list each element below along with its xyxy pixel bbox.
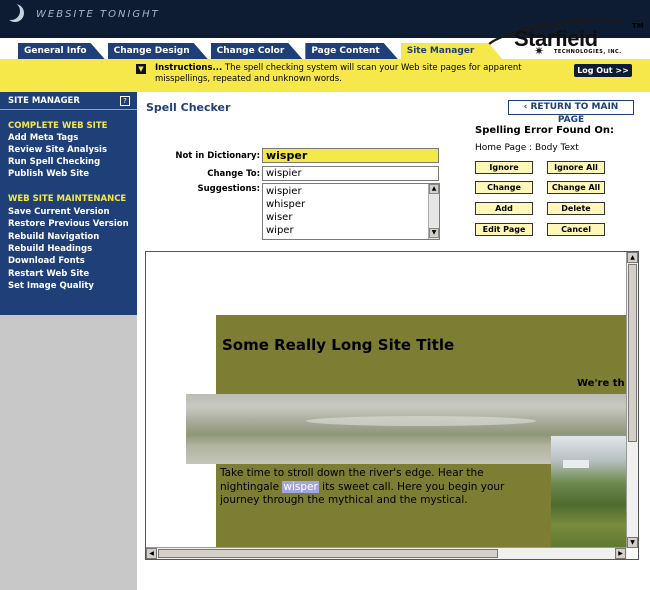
arrow-down-icon[interactable]: ▼	[136, 64, 146, 74]
suggestion-item[interactable]: wispier	[266, 186, 302, 197]
instruction-bar: ▼ Instructions... The spell checking sys…	[0, 59, 650, 92]
scroll-up-icon[interactable]: ▲	[627, 252, 638, 263]
sidebar-item-rebuild-headings[interactable]: Rebuild Headings	[8, 244, 92, 254]
page-preview: Some Really Long Site Title We're th Tak…	[145, 251, 639, 560]
ignore-button[interactable]: Ignore	[475, 161, 533, 174]
misspelled-word-highlight: wisper	[282, 480, 319, 493]
sidebar-section-complete: COMPLETE WEB SITE	[8, 121, 108, 131]
return-to-main-button[interactable]: ‹ RETURN TO MAIN PAGE	[508, 100, 634, 125]
add-button[interactable]: Add	[475, 202, 533, 215]
scroll-up-icon[interactable]: ▲	[429, 184, 439, 194]
preview-vertical-scrollbar[interactable]: ▲ ▼	[626, 252, 638, 548]
sidebar-section-maintenance: WEB SITE MAINTENANCE	[8, 194, 127, 204]
suggestions-scrollbar[interactable]: ▲ ▼	[428, 184, 439, 239]
sidebar-item-save-current-version[interactable]: Save Current Version	[8, 207, 110, 217]
tab-site-manager[interactable]: Site Manager	[401, 43, 503, 59]
sidebar-title: SITE MANAGER	[8, 96, 80, 106]
suggestion-item[interactable]: whisper	[266, 199, 305, 210]
sidebar-header: SITE MANAGER ?	[0, 92, 137, 110]
logo-sub: TECHNOLOGIES, INC.	[554, 49, 622, 55]
scroll-down-icon[interactable]: ▼	[429, 228, 439, 238]
star-icon: ✷	[534, 44, 545, 58]
suggestion-item[interactable]: wiper	[266, 225, 294, 236]
sidebar-item-review-site-analysis[interactable]: Review Site Analysis	[8, 145, 107, 155]
ignore-all-button[interactable]: Ignore All	[547, 161, 605, 174]
logout-button[interactable]: Log Out >>	[574, 64, 632, 77]
suggestions-list[interactable]: wispier whisper wiser wiper ▲ ▼	[262, 183, 440, 240]
sidebar-item-add-meta-tags[interactable]: Add Meta Tags	[8, 133, 78, 143]
suggestions-label: Suggestions:	[197, 184, 261, 194]
scroll-thumb[interactable]	[158, 549, 498, 558]
error-found-title: Spelling Error Found On:	[475, 125, 614, 136]
preview-body-text: Take time to stroll down the river's edg…	[220, 467, 530, 508]
sidebar-item-restart-web-site[interactable]: Restart Web Site	[8, 269, 89, 279]
preview-tagline: We're th	[577, 378, 625, 389]
suggestion-item[interactable]: wiser	[266, 212, 292, 223]
tab-change-design[interactable]: Change Design	[108, 43, 208, 59]
delete-button[interactable]: Delete	[547, 202, 605, 215]
change-all-button[interactable]: Change All	[547, 181, 605, 194]
sidebar-item-publish-web-site[interactable]: Publish Web Site	[8, 169, 89, 179]
preview-golf-photo	[551, 436, 632, 547]
change-to-label: Change To:	[207, 169, 260, 179]
main-tabs: General Info Change Design Change Color …	[18, 43, 505, 59]
tab-general-info[interactable]: General Info	[18, 43, 105, 59]
preview-site-title: Some Really Long Site Title	[222, 336, 455, 354]
change-to-input[interactable]: wispier	[262, 166, 439, 181]
cancel-button[interactable]: Cancel	[547, 223, 605, 236]
page-title: Spell Checker	[146, 101, 231, 114]
scroll-down-icon[interactable]: ▼	[627, 537, 638, 548]
sidebar-item-restore-previous-version[interactable]: Restore Previous Version	[8, 219, 129, 229]
preview-horizontal-scrollbar[interactable]: ◀ ▶	[146, 547, 627, 559]
tab-change-color[interactable]: Change Color	[211, 43, 303, 59]
sidebar-item-run-spell-checking[interactable]: Run Spell Checking	[8, 157, 100, 167]
sidebar-item-set-image-quality[interactable]: Set Image Quality	[8, 281, 94, 291]
return-label: RETURN TO MAIN PAGE	[530, 102, 619, 125]
tab-page-content[interactable]: Page Content	[305, 43, 397, 59]
instruction-lead: Instructions...	[155, 63, 223, 73]
change-button[interactable]: Change	[475, 181, 533, 194]
edit-page-button[interactable]: Edit Page	[475, 223, 533, 236]
instruction-text: Instructions... The spell checking syste…	[155, 63, 555, 85]
help-icon[interactable]: ?	[120, 96, 130, 106]
sidebar-item-rebuild-navigation[interactable]: Rebuild Navigation	[8, 232, 99, 242]
logo-tm: TM	[632, 22, 644, 30]
sidebar-item-download-fonts[interactable]: Download Fonts	[8, 256, 85, 266]
error-location: Home Page : Body Text	[475, 143, 579, 153]
not-in-dictionary-field: wisper	[262, 148, 439, 163]
brand-label: WEBSITE TONIGHT	[36, 9, 160, 20]
scroll-right-icon[interactable]: ▶	[615, 548, 626, 559]
scroll-thumb[interactable]	[628, 264, 637, 442]
moon-icon	[2, 2, 20, 20]
sidebar: SITE MANAGER ? COMPLETE WEB SITE Add Met…	[0, 92, 137, 315]
scroll-left-icon[interactable]: ◀	[146, 548, 157, 559]
sidebar-filler	[0, 315, 137, 590]
not-in-dictionary-label: Not in Dictionary:	[175, 151, 260, 161]
